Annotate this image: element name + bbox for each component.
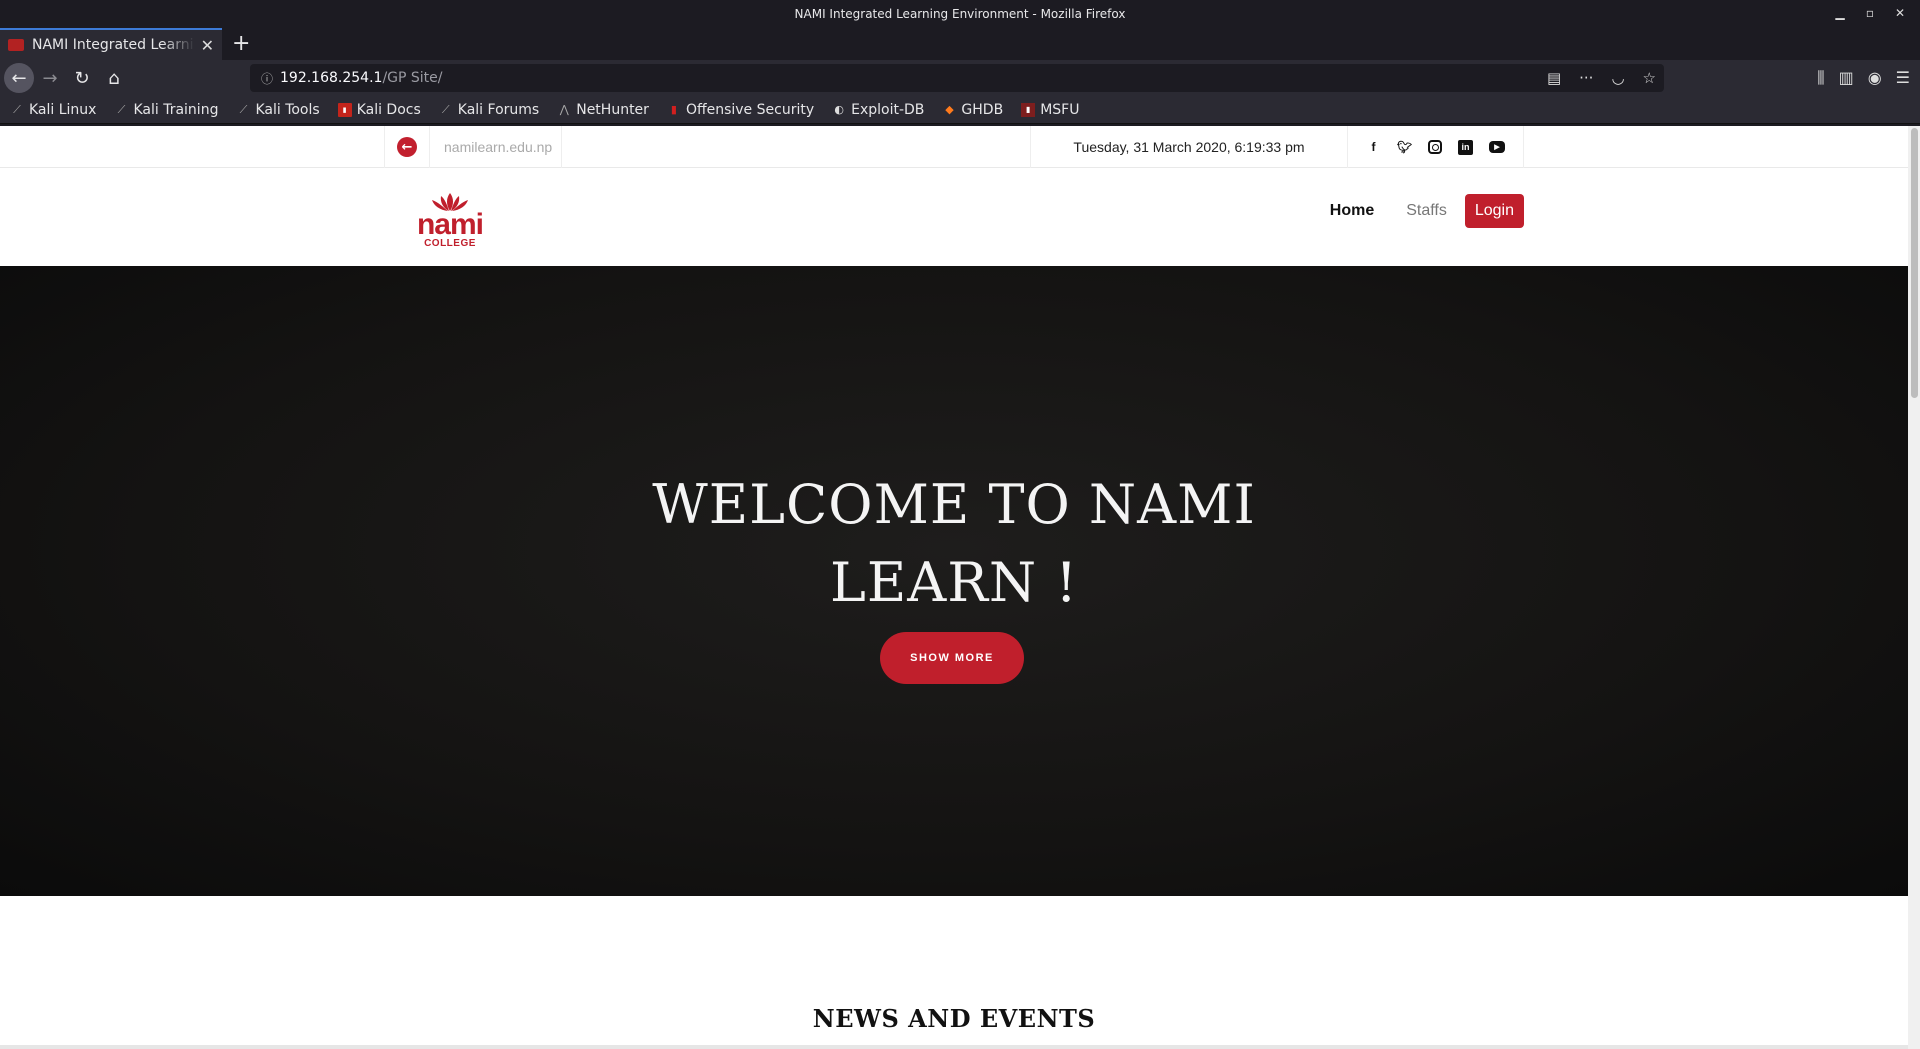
bookmark-kali-forums[interactable]: ⟋ Kali Forums bbox=[439, 102, 539, 118]
bookmark-kali-docs[interactable]: ▮ Kali Docs bbox=[337, 101, 421, 118]
nav-staffs[interactable]: Staffs bbox=[1390, 194, 1463, 228]
tab-active[interactable]: NAMI Integrated Learning Environment ✕ bbox=[0, 28, 222, 60]
bookmark-label: NetHunter bbox=[576, 101, 649, 118]
url-host: 192.168.254.1 bbox=[280, 70, 383, 86]
nethunter-icon: ⋀ bbox=[559, 103, 569, 116]
bookmark-label: GHDB bbox=[961, 101, 1004, 118]
hero-title-line-1: WELCOME TO NAMI bbox=[652, 473, 1256, 536]
window-title: NAMI Integrated Learning Environment - M… bbox=[794, 7, 1126, 21]
bookmark-label: Kali Training bbox=[133, 101, 219, 118]
hero-title: WELCOME TO NAMI LEARN ! bbox=[0, 466, 1908, 622]
tab-strip: NAMI Integrated Learning Environment ✕ + bbox=[0, 28, 1920, 60]
bookmark-label: MSFU bbox=[1040, 101, 1080, 118]
facebook-icon[interactable]: f bbox=[1366, 140, 1381, 155]
exploitdb-icon: ◐ bbox=[834, 103, 844, 116]
account-icon[interactable]: ◉ bbox=[1868, 68, 1882, 88]
bookmark-label: Kali Forums bbox=[457, 101, 540, 118]
bookmark-label: Kali Tools bbox=[255, 101, 320, 118]
url-path: /GP Site/ bbox=[382, 70, 443, 86]
bookmark-label: Kali Docs bbox=[356, 101, 421, 118]
site-info-icon[interactable]: ⓘ bbox=[254, 70, 280, 87]
site-header: nami COLLEGE Home Staffs Login bbox=[0, 168, 1908, 266]
bookmark-kali-tools[interactable]: ⟋ Kali Tools bbox=[236, 101, 320, 118]
hamburger-menu-icon[interactable]: ☰ bbox=[1896, 68, 1910, 88]
nami-logo[interactable]: nami COLLEGE bbox=[408, 192, 492, 249]
main-menu: Home Staffs Login bbox=[1314, 194, 1524, 228]
current-datetime: Tuesday, 31 March 2020, 6:19:33 pm bbox=[1030, 126, 1348, 168]
back-button[interactable]: ← bbox=[4, 63, 34, 93]
bookmark-star-icon[interactable]: ☆ bbox=[1643, 69, 1656, 87]
window-titlebar: NAMI Integrated Learning Environment - M… bbox=[0, 0, 1920, 28]
nav-home[interactable]: Home bbox=[1314, 194, 1390, 228]
sidebar-icon[interactable]: ▥ bbox=[1839, 68, 1854, 88]
minimize-icon[interactable]: ▁ bbox=[1834, 6, 1846, 20]
library-icon[interactable]: ⫼ bbox=[1817, 68, 1824, 88]
bookmark-ghdb[interactable]: ◆ GHDB bbox=[942, 102, 1003, 118]
twitter-icon[interactable]: 🐦︎ bbox=[1397, 140, 1412, 155]
ghdb-icon: ◆ bbox=[945, 103, 954, 116]
reload-button[interactable]: ↻ bbox=[66, 62, 98, 94]
bookmark-kali-linux[interactable]: ⟋ Kali Linux bbox=[10, 102, 96, 118]
bookmarks-toolbar: ⟋ Kali Linux ⟋ Kali Training ⟋ Kali Tools ▮… bbox=[0, 96, 1920, 124]
bookmark-offensive-security[interactable]: ▮ Offensive Security bbox=[667, 102, 814, 118]
show-more-button[interactable]: SHOW MORE bbox=[880, 632, 1024, 684]
close-window-icon[interactable]: ✕ bbox=[1894, 6, 1906, 20]
horizontal-scrollbar[interactable] bbox=[0, 1045, 1908, 1049]
login-button[interactable]: Login bbox=[1464, 194, 1524, 228]
hero-title-line-2: LEARN ! bbox=[829, 551, 1079, 614]
top-info-strip: ← namilearn.edu.np Tuesday, 31 March 202… bbox=[0, 126, 1908, 168]
news-events-heading: NEWS AND EVENTS bbox=[812, 1004, 1096, 1033]
navigation-toolbar: ← → ↻ ⌂ ⓘ 192.168.254.1/GP Site/ ▤ ··· ◡… bbox=[0, 60, 1920, 96]
site-favicon-icon bbox=[8, 39, 24, 51]
toolbar-right: ⫼ ▥ ◉ ☰ bbox=[1817, 68, 1920, 88]
pocket-icon[interactable]: ◡ bbox=[1611, 69, 1624, 87]
offsec-icon: ▮ bbox=[670, 103, 677, 116]
page-viewport: ← namilearn.edu.np Tuesday, 31 March 202… bbox=[0, 126, 1920, 1049]
youtube-icon[interactable]: ▶ bbox=[1489, 141, 1505, 153]
kali-dragon-icon: ⟋ bbox=[13, 102, 21, 116]
kali-dragon-icon: ⟋ bbox=[117, 102, 126, 116]
page-actions-icon[interactable]: ··· bbox=[1579, 69, 1593, 87]
linkedin-icon[interactable]: in bbox=[1458, 139, 1473, 155]
bookmark-kali-training[interactable]: ⟋ Kali Training bbox=[114, 101, 219, 118]
hero-banner: WELCOME TO NAMI LEARN ! SHOW MORE bbox=[0, 266, 1908, 896]
top-back-button[interactable]: ← bbox=[384, 126, 430, 168]
maximize-icon[interactable]: ▫ bbox=[1864, 6, 1876, 20]
bookmark-exploit-db[interactable]: ◐ Exploit-DB bbox=[832, 102, 924, 118]
vertical-scrollbar[interactable] bbox=[1908, 126, 1920, 1049]
arrow-left-icon: ← bbox=[397, 137, 417, 157]
bookmark-label: Kali Linux bbox=[29, 101, 97, 118]
bookmark-label: Offensive Security bbox=[685, 101, 815, 118]
reader-view-icon[interactable]: ▤ bbox=[1547, 69, 1561, 87]
logo-name: nami bbox=[416, 208, 484, 241]
window-controls: ▁ ▫ ✕ bbox=[1834, 6, 1906, 20]
msfu-icon: ▮ bbox=[1021, 102, 1036, 117]
scrollbar-thumb[interactable] bbox=[1911, 128, 1918, 398]
forward-button[interactable]: → bbox=[34, 62, 66, 94]
home-button[interactable]: ⌂ bbox=[98, 62, 130, 94]
kali-dragon-icon: ⟋ bbox=[239, 102, 248, 116]
bookmark-msfu[interactable]: ▮ MSFU bbox=[1021, 102, 1079, 118]
kali-dragon-icon: ⟋ bbox=[441, 102, 450, 116]
social-links: f 🐦︎ in ▶ bbox=[1348, 126, 1524, 168]
bookmark-nethunter[interactable]: ⋀ NetHunter bbox=[557, 102, 649, 118]
bookmark-label: Exploit-DB bbox=[851, 101, 925, 118]
site-domain: namilearn.edu.np bbox=[430, 126, 562, 168]
close-tab-icon[interactable]: ✕ bbox=[201, 36, 214, 55]
url-bar-actions: ▤ ··· ◡ ☆ bbox=[1547, 69, 1656, 87]
new-tab-button[interactable]: + bbox=[232, 30, 250, 58]
instagram-icon[interactable] bbox=[1428, 140, 1442, 154]
tab-label: NAMI Integrated Learning Environment bbox=[32, 37, 195, 53]
kali-docs-icon: ▮ bbox=[337, 102, 352, 117]
url-bar[interactable]: ⓘ 192.168.254.1/GP Site/ ▤ ··· ◡ ☆ bbox=[250, 64, 1664, 92]
